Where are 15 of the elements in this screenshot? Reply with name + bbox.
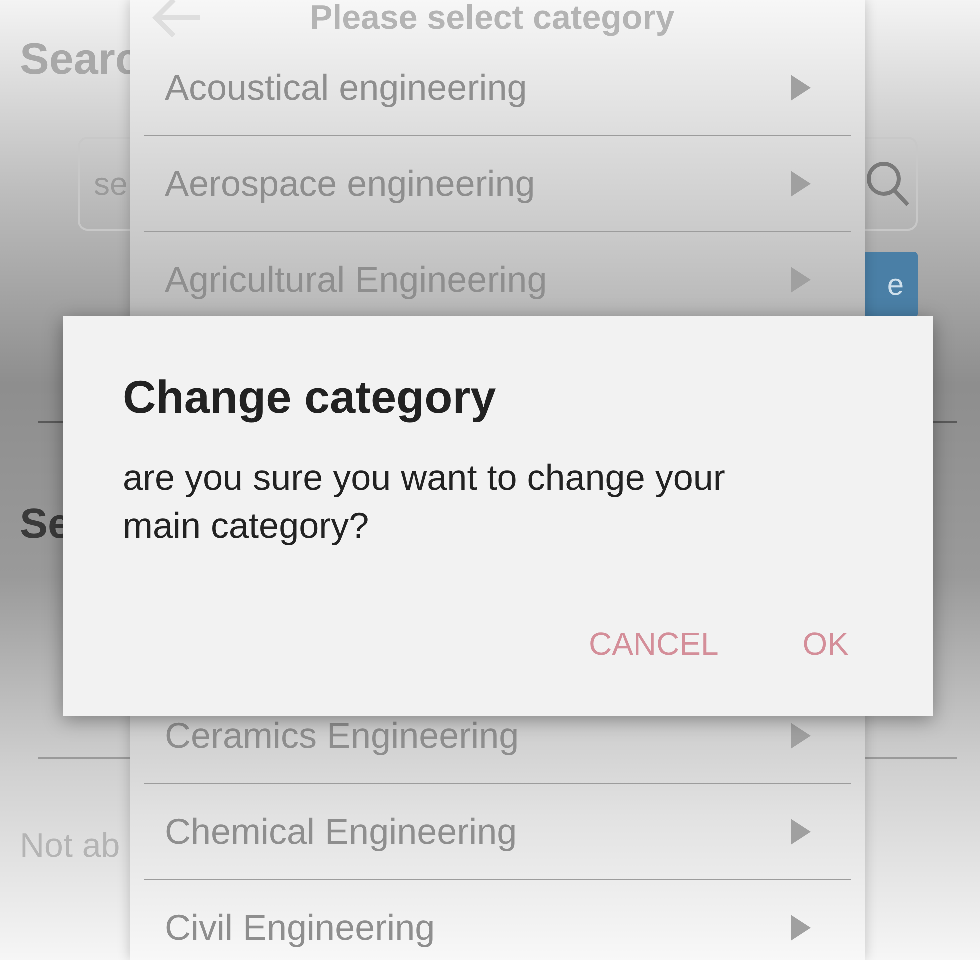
chevron-icon [791,722,811,748]
search-icon[interactable] [864,159,912,209]
dialog-button[interactable]: CANCEL [588,628,719,660]
chevron-icon [791,915,811,941]
category-item[interactable]: Civil Engineering [144,880,851,960]
chevron-icon [791,170,811,196]
chevron-icon [791,74,811,100]
chevron-icon [791,818,811,844]
dialog-message: are you sure you want to change your main category? [123,456,726,548]
category-item[interactable]: Acoustical engineering [144,40,851,136]
sheet-title: Please select category [310,1,675,35]
category-item[interactable]: Chemical Engineering [144,784,851,880]
dialog-button[interactable]: OK [802,628,849,660]
chevron-icon [791,266,811,292]
category-item[interactable]: Aerospace engineering [144,136,851,232]
